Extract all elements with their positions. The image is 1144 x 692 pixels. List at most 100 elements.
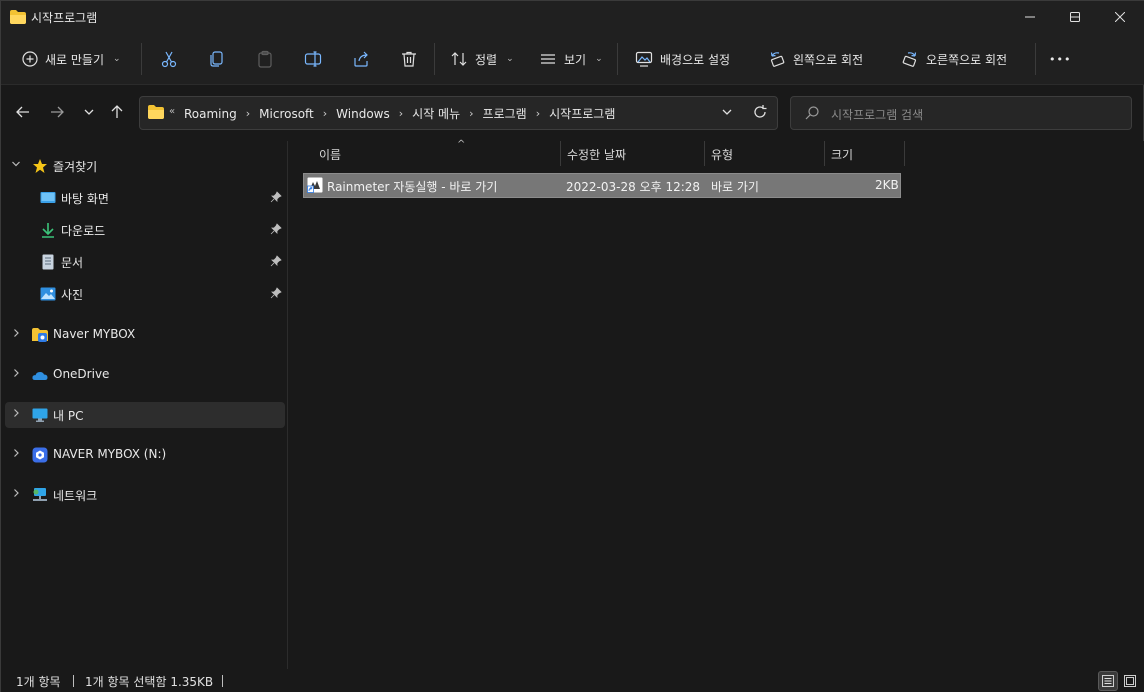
breadcrumb-item[interactable]: Microsoft [259, 107, 314, 121]
address-history-button[interactable] [720, 105, 734, 122]
breadcrumb-item[interactable]: Roaming [184, 107, 237, 121]
status-divider [222, 675, 223, 687]
details-view-button[interactable] [1098, 671, 1118, 691]
network-icon [32, 487, 48, 503]
up-button[interactable] [104, 99, 130, 125]
chevron-down-icon: ⌄ [113, 54, 121, 64]
sidebar-item-downloads[interactable]: 다운로드 [5, 217, 285, 243]
shortcut-file-icon [307, 177, 323, 193]
pin-icon[interactable] [270, 255, 282, 270]
status-divider [73, 675, 74, 687]
rotate-left-button[interactable]: 왼쪽으로 회전 [762, 43, 869, 75]
sidebar-item-naver-mybox[interactable]: Naver MYBOX [5, 322, 285, 348]
title-bar: 시작프로그램 [1, 1, 1144, 33]
copy-icon [210, 51, 223, 67]
plus-circle-icon [22, 51, 38, 67]
minimize-button-2[interactable] [1007, 1, 1053, 33]
sidebar-item-label: OneDrive [53, 367, 110, 381]
chevron-right-icon[interactable] [11, 488, 21, 501]
paste-button[interactable] [250, 43, 280, 75]
breadcrumb-item[interactable]: 프로그램 [483, 105, 527, 122]
copy-button[interactable] [202, 43, 232, 75]
search-box[interactable]: 시작프로그램 검색 [790, 96, 1132, 130]
breadcrumb-separator[interactable]: › [246, 107, 250, 120]
breadcrumb-separator[interactable]: › [536, 107, 540, 120]
maximize-button[interactable] [1052, 1, 1098, 33]
pin-icon[interactable] [270, 223, 282, 238]
desktop-icon [40, 190, 56, 206]
column-divider[interactable] [904, 141, 905, 166]
column-header-type[interactable]: 유형 [705, 141, 824, 166]
file-list-pane: 이름 ^ 수정한 날짜 유형 크기 Rainmeter 자동실행 - 바로 가기… [289, 139, 1144, 669]
pin-icon[interactable] [270, 287, 282, 302]
command-bar: 새로 만들기 ⌄ 정렬 ⌄ 보기 ⌄ 배경으로 설정 왼쪽으로 회전 오른쪽으로… [1, 33, 1144, 85]
address-bar[interactable]: « Roaming › Microsoft › Windows › 시작 메뉴 … [139, 96, 778, 130]
chevron-right-icon[interactable] [11, 328, 21, 341]
column-header-label: 유형 [711, 148, 734, 162]
sort-button[interactable]: 정렬 ⌄ [444, 43, 520, 75]
arrow-up-icon [111, 105, 123, 118]
file-type: 바로 가기 [711, 180, 759, 194]
column-header-name[interactable]: 이름 ^ [313, 139, 561, 166]
share-button[interactable] [346, 43, 376, 75]
chevron-down-icon[interactable] [11, 159, 21, 172]
close-button[interactable] [1097, 1, 1143, 33]
sidebar-item-onedrive[interactable]: OneDrive [5, 362, 285, 388]
chevron-down-icon [722, 109, 732, 115]
new-button[interactable]: 새로 만들기 ⌄ [16, 43, 127, 75]
sidebar-item-pictures[interactable]: 사진 [5, 281, 285, 307]
divider [617, 43, 618, 75]
sidebar-item-label: 즐겨찾기 [53, 160, 98, 174]
breadcrumb-separator[interactable]: › [399, 107, 403, 120]
star-icon [32, 158, 48, 174]
column-header-size[interactable]: 크기 [825, 141, 904, 166]
breadcrumb-item[interactable]: 시작프로그램 [549, 105, 615, 122]
back-button[interactable] [10, 99, 36, 125]
sidebar-item-network[interactable]: 네트워크 [5, 482, 285, 508]
cut-button[interactable] [154, 43, 184, 75]
sidebar-item-naver-mybox-drive[interactable]: NAVER MYBOX (N:) [5, 442, 285, 468]
file-size: 2KB [875, 178, 899, 192]
forward-button[interactable] [44, 99, 70, 125]
view-button[interactable]: 보기 ⌄ [533, 43, 609, 75]
file-name: Rainmeter 자동실행 - 바로 가기 [327, 180, 498, 194]
refresh-button[interactable] [752, 104, 768, 123]
chevron-right-icon[interactable] [11, 368, 21, 381]
breadcrumb: Roaming › Microsoft › Windows › 시작 메뉴 › … [184, 105, 615, 122]
rotate-right-icon [902, 52, 917, 67]
sidebar-item-quick-access[interactable]: 즐겨찾기 [5, 153, 285, 179]
search-icon [805, 106, 819, 123]
breadcrumb-overflow[interactable]: « [169, 106, 175, 117]
more-icon: ••• [1049, 52, 1072, 66]
more-options-button[interactable]: ••• [1043, 43, 1077, 75]
file-modified: 2022-03-28 오후 12:28 [566, 180, 701, 194]
clipboard-icon [258, 50, 272, 68]
column-header-modified[interactable]: 수정한 날짜 [561, 141, 704, 166]
breadcrumb-item[interactable]: Windows [336, 107, 390, 121]
delete-button[interactable] [394, 43, 424, 75]
sidebar-item-label: NAVER MYBOX (N:) [53, 447, 167, 461]
breadcrumb-separator[interactable]: › [469, 107, 473, 120]
sidebar-item-label: 네트워크 [53, 489, 98, 503]
window-title: 시작프로그램 [31, 11, 98, 25]
search-input[interactable]: 시작프로그램 검색 [831, 106, 923, 123]
large-icons-view-button[interactable] [1120, 671, 1140, 691]
chevron-right-icon[interactable] [11, 448, 21, 461]
minimize-icon [1025, 16, 1035, 18]
sidebar-item-documents[interactable]: 문서 [5, 249, 285, 275]
sidebar-item-this-pc[interactable]: 내 PC [5, 402, 285, 428]
rename-button[interactable] [298, 43, 328, 75]
breadcrumb-separator[interactable]: › [323, 107, 327, 120]
sidebar-item-desktop[interactable]: 바탕 화면 [5, 185, 285, 211]
pin-icon[interactable] [270, 191, 282, 206]
rotate-right-button[interactable]: 오른쪽으로 회전 [895, 43, 1013, 75]
recent-locations-button[interactable] [76, 99, 102, 125]
set-background-button[interactable]: 배경으로 설정 [629, 43, 736, 75]
breadcrumb-item[interactable]: 시작 메뉴 [412, 105, 460, 122]
set-background-label: 배경으로 설정 [660, 52, 731, 67]
chevron-right-icon[interactable] [11, 408, 21, 421]
sidebar-item-label: 문서 [61, 256, 84, 270]
mybox-icon [32, 327, 48, 343]
file-row[interactable]: Rainmeter 자동실행 - 바로 가기 2022-03-28 오후 12:… [303, 173, 901, 198]
selection-info: 1개 항목 선택함 1.35KB [85, 675, 214, 689]
